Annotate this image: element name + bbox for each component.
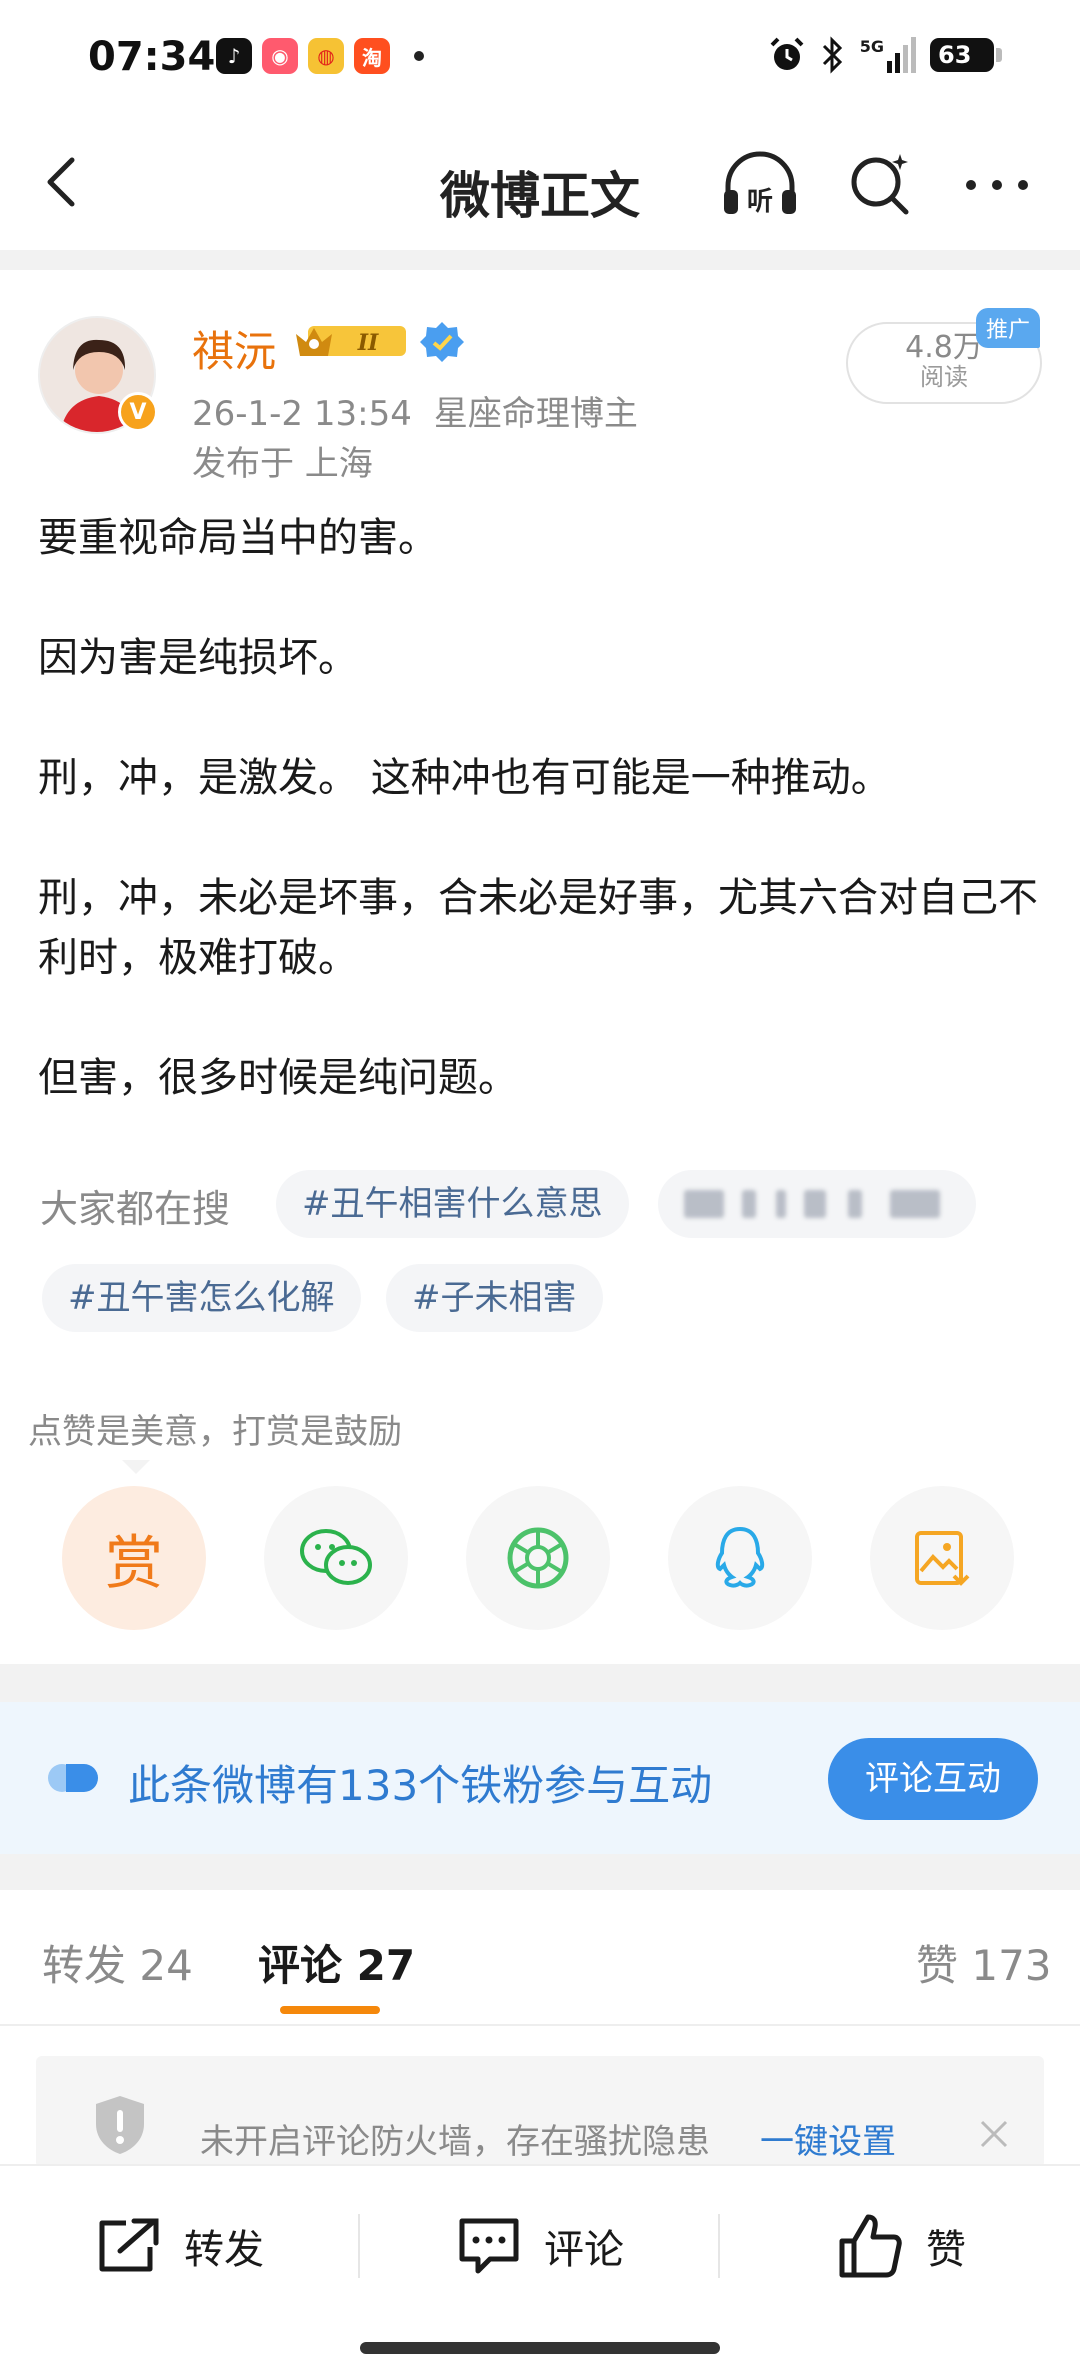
repost-icon [99,2218,159,2272]
vip-crown-badge-icon[interactable]: II [294,320,410,362]
repost-button[interactable]: 转发 [96,2166,264,2326]
post-paragraph: 因为害是纯损坏。 [38,635,358,681]
network-indicator: 5G [860,37,916,73]
qq-icon [715,1526,765,1588]
status-app-icons: ♪ ◉ ◍ 淘 [216,38,424,74]
nav-bar: 微博正文 听 [0,118,1080,250]
thumbs-up-icon [839,2214,902,2278]
save-image-icon [915,1531,970,1586]
verified-v-icon: V [118,392,158,432]
search-tag[interactable]: #丑午相害什么意思 [276,1170,629,1238]
hint-pointer [122,1460,150,1474]
reward-button[interactable]: 赏 [62,1486,206,1630]
bluetooth-icon [822,36,842,74]
post-paragraph: 刑，冲，是激发。 这种冲也有可能是一种推动。 [38,755,891,801]
tab-like[interactable]: 赞 173 [916,1932,1052,1993]
post-location: 发布于 上海 [192,444,373,484]
bottom-separator [718,2214,720,2278]
tab-repost[interactable]: 转发 24 [42,1932,193,1993]
firewall-text: 未开启评论防火墙，存在骚扰隐患 [200,2122,710,2162]
notification-dot-icon [414,51,424,61]
comment-button[interactable]: 评论 [456,2166,624,2326]
status-bar: 07:34 ♪ ◉ ◍ 淘 5G 63 [0,0,1080,118]
post-paragraph: 要重视命局当中的害。 [38,515,438,561]
save-image-button[interactable] [870,1486,1014,1630]
wechat-icon [300,1529,372,1585]
post-meta: 26-1-2 13:54 星座命理博主 [192,386,638,435]
weibo-icon: ◍ [308,38,344,74]
post-paragraph: 但害，很多时候是纯问题。 [38,1055,518,1101]
blue-verified-badge-icon [420,322,464,362]
status-indicators: 5G 63 [768,36,1002,74]
battery-indicator: 63 [930,38,1002,72]
post-source: 星座命理博主 [433,394,638,434]
comment-icon [459,2218,519,2274]
read-label: 阅读 [920,363,968,391]
taobao-icon: 淘 [354,38,390,74]
section-divider [0,1854,1080,1890]
alarm-icon [770,37,804,70]
like-label: 赞 [926,2227,966,2273]
shield-icon [96,2096,144,2154]
hot-search-label: 大家都在搜 [40,1187,231,1231]
fans-text: 此条微博有133个铁粉参与互动 [128,1761,713,1810]
svg-text:II: II [357,330,379,356]
fans-interaction-banner[interactable]: 此条微博有133个铁粉参与互动 评论互动 [0,1702,1080,1854]
bottom-action-bar: 转发 评论 赞 [0,2164,1080,2324]
tab-comment[interactable]: 评论 27 [258,1932,415,1993]
tab-divider [0,2024,1080,2026]
page-title: 微博正文 [440,167,640,225]
active-tab-indicator [280,2006,380,2014]
search-tag[interactable]: #子未相害 [386,1264,603,1332]
post-paragraph: 刑，冲，未必是坏事，合未必是好事，尤其六合对自己不利时，极难打破。 [38,875,1038,981]
search-tag[interactable]: #丑午害怎么化解 [42,1264,361,1332]
share-wechat-button[interactable] [264,1486,408,1630]
promo-tag: 推广 [976,308,1041,348]
firewall-setup-link[interactable]: 一键设置 [760,2114,896,2163]
search-tag-blurred[interactable] [658,1170,976,1238]
home-indicator [360,2342,720,2354]
share-moments-button[interactable] [466,1486,610,1630]
post-date: 26-1-2 13:54 [192,394,412,434]
moments-icon [507,1527,569,1589]
more-icon[interactable] [962,170,1032,200]
comment-interact-button[interactable]: 评论互动 [828,1738,1038,1820]
like-button[interactable]: 赞 [838,2166,966,2326]
comment-label: 评论 [544,2227,624,2273]
section-divider [0,1664,1080,1702]
bottom-separator [358,2214,360,2278]
app-icon: ◉ [262,38,298,74]
repost-label: 转发 [184,2227,264,2273]
post-body: 要重视命局当中的害。 因为害是纯损坏。 刑，冲，是激发。 这种冲也有可能是一种推… [38,508,1048,1168]
section-divider [0,250,1080,270]
listen-headphones-icon[interactable]: 听 [720,148,800,220]
search-icon[interactable] [844,148,916,220]
reward-hint: 点赞是美意，打赏是鼓励 [28,1412,402,1452]
comment-firewall-notice: 未开启评论防火墙，存在骚扰隐患 一键设置 [36,2056,1044,2168]
douyin-icon: ♪ [216,38,252,74]
share-qq-button[interactable] [668,1486,812,1630]
svg-text:听: 听 [747,187,773,217]
author-name[interactable]: 祺沅 [192,318,276,379]
close-icon[interactable] [976,2116,1012,2152]
fans-bubble-icon [48,1764,98,1792]
status-time: 07:34 [88,34,216,80]
